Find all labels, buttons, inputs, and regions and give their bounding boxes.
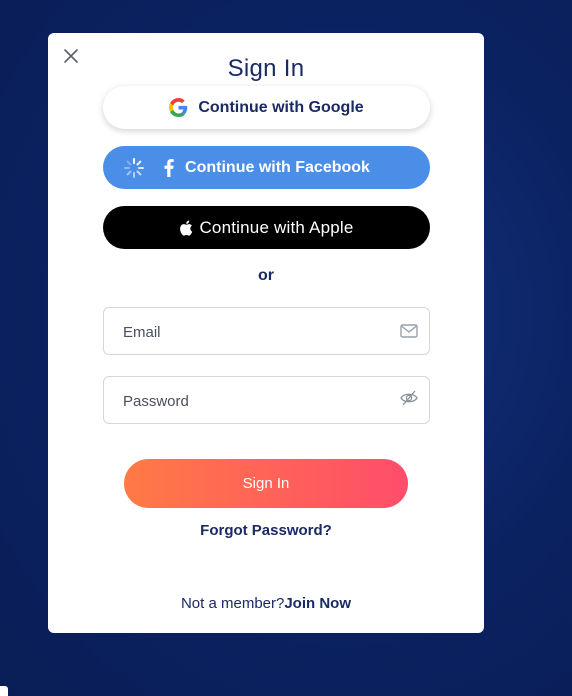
background-element — [0, 686, 8, 696]
not-a-member-text: Not a member? — [180, 595, 285, 612]
google-button-label: Continue with Google — [198, 98, 364, 116]
apple-signin-button[interactable]: Continue with Apple — [103, 206, 430, 249]
eye-off-icon[interactable] — [399, 389, 419, 407]
forgot-password-link[interactable]: Forgot Password? — [48, 522, 484, 539]
signup-prompt: Not a member?Join Now — [48, 595, 484, 612]
email-field[interactable] — [121, 308, 385, 356]
apple-button-label: Continue with Apple — [199, 217, 354, 237]
password-field-container — [103, 376, 430, 425]
password-field[interactable] — [121, 377, 385, 425]
facebook-icon — [163, 158, 175, 177]
google-signin-button[interactable]: Continue with Google — [103, 86, 430, 129]
sign-in-button[interactable]: Sign In — [124, 459, 408, 508]
spinner-icon — [124, 158, 144, 178]
facebook-button-label: Continue with Facebook — [185, 158, 370, 176]
apple-icon — [179, 219, 193, 236]
sign-in-modal: Sign In Continue with Google Continue wi… — [48, 33, 484, 633]
modal-title: Sign In — [227, 55, 305, 82]
email-field-container — [103, 307, 430, 356]
mail-icon — [400, 324, 418, 338]
google-icon — [169, 98, 188, 117]
or-divider: or — [258, 267, 274, 284]
facebook-signin-button[interactable]: Continue with Facebook — [103, 146, 430, 189]
join-now-link[interactable]: Join Now — [284, 595, 351, 612]
